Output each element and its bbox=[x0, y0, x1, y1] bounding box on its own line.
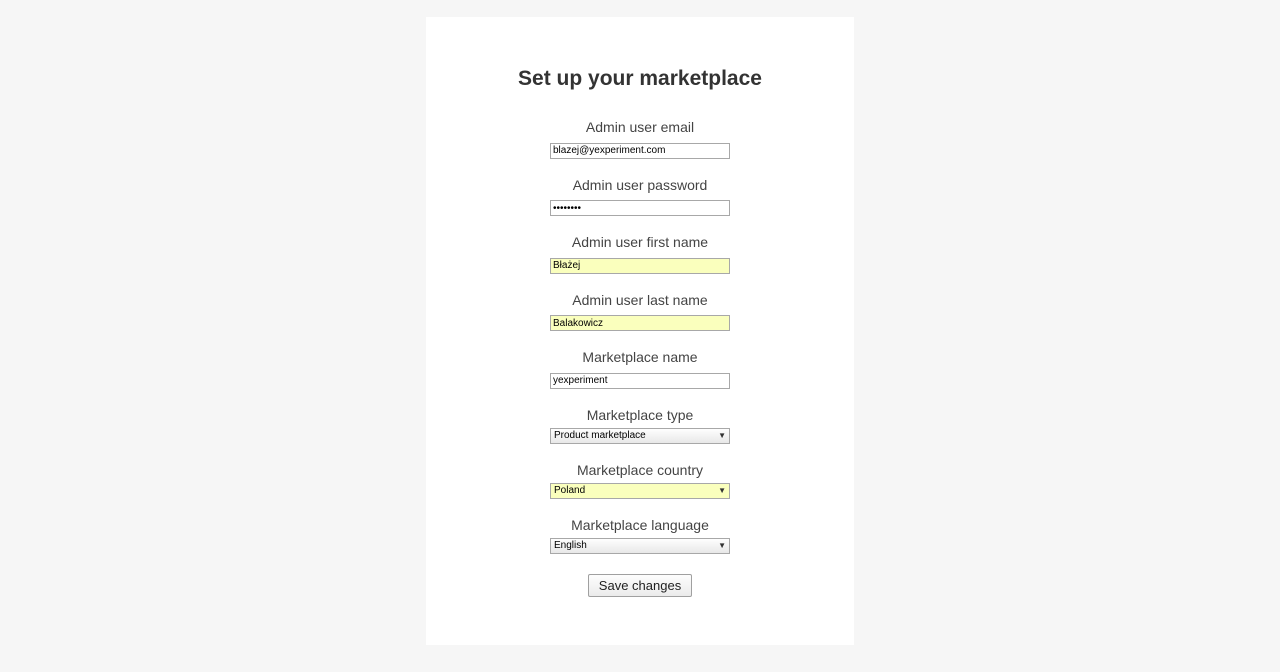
first-name-field[interactable] bbox=[550, 258, 730, 274]
setup-form-card: Set up your marketplace Admin user email… bbox=[426, 17, 854, 645]
marketplace-language-label: Marketplace language bbox=[466, 517, 814, 533]
chevron-down-icon: ▼ bbox=[718, 429, 726, 443]
last-name-group: Admin user last name bbox=[466, 292, 814, 332]
marketplace-language-selected: English bbox=[554, 540, 587, 551]
marketplace-name-field[interactable] bbox=[550, 373, 730, 389]
marketplace-type-label: Marketplace type bbox=[466, 407, 814, 423]
chevron-down-icon: ▼ bbox=[718, 539, 726, 553]
first-name-label: Admin user first name bbox=[466, 234, 814, 250]
last-name-label: Admin user last name bbox=[466, 292, 814, 308]
marketplace-type-select[interactable]: Product marketplace ▼ bbox=[550, 428, 730, 444]
page-title: Set up your marketplace bbox=[466, 67, 814, 91]
email-group: Admin user email bbox=[466, 119, 814, 159]
marketplace-country-group: Marketplace country Poland ▼ bbox=[466, 462, 814, 499]
marketplace-country-selected: Poland bbox=[554, 485, 585, 496]
email-label: Admin user email bbox=[466, 119, 814, 135]
marketplace-language-select[interactable]: English ▼ bbox=[550, 538, 730, 554]
first-name-group: Admin user first name bbox=[466, 234, 814, 274]
marketplace-type-group: Marketplace type Product marketplace ▼ bbox=[466, 407, 814, 444]
marketplace-name-label: Marketplace name bbox=[466, 349, 814, 365]
marketplace-name-group: Marketplace name bbox=[466, 349, 814, 389]
chevron-down-icon: ▼ bbox=[718, 484, 726, 498]
save-changes-button[interactable]: Save changes bbox=[588, 574, 692, 597]
password-label: Admin user password bbox=[466, 177, 814, 193]
password-field[interactable] bbox=[550, 200, 730, 216]
last-name-field[interactable] bbox=[550, 315, 730, 331]
password-group: Admin user password bbox=[466, 177, 814, 217]
marketplace-country-label: Marketplace country bbox=[466, 462, 814, 478]
marketplace-language-group: Marketplace language English ▼ bbox=[466, 517, 814, 554]
marketplace-country-select[interactable]: Poland ▼ bbox=[550, 483, 730, 499]
email-field[interactable] bbox=[550, 143, 730, 159]
marketplace-type-selected: Product marketplace bbox=[554, 430, 646, 441]
